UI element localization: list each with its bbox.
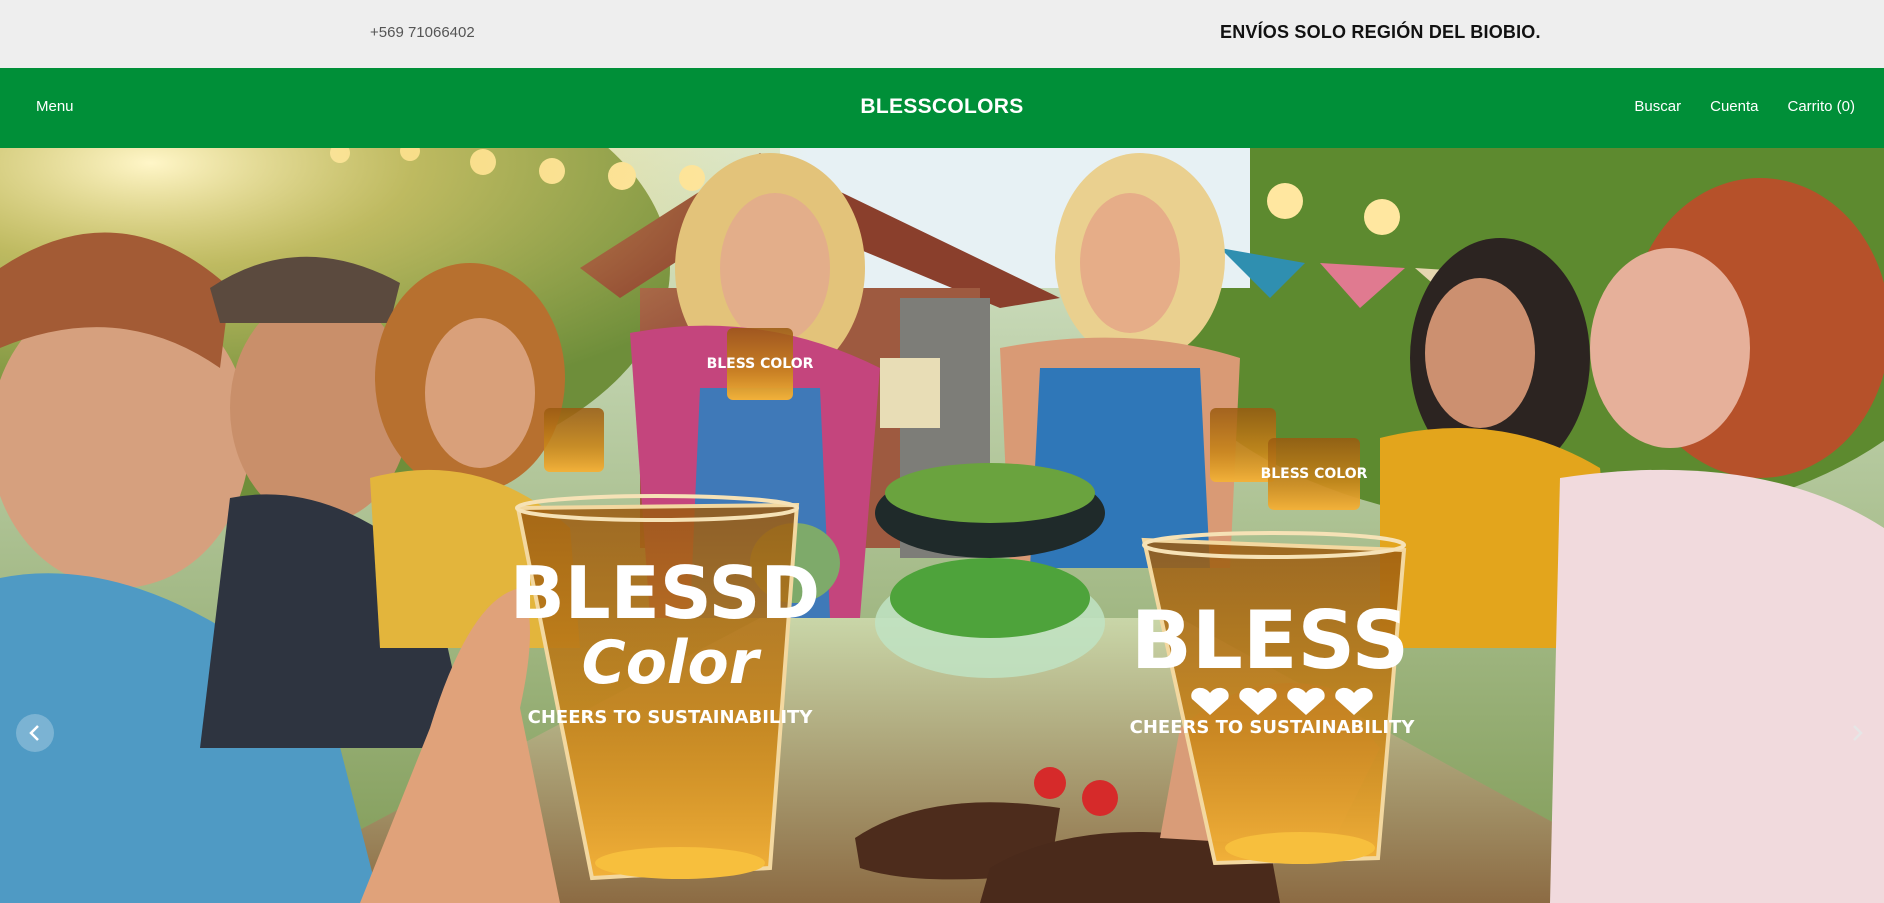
carousel-next-button[interactable] (1838, 714, 1876, 752)
cup-brand-script: Color (582, 628, 762, 698)
site-logo: BLESSCOLORS (0, 95, 1884, 119)
nav-actions: Buscar Cuenta Carrito (0) (1634, 98, 1855, 115)
cup-slogan: CHEERS TO SUSTAINABILITY (1130, 717, 1416, 738)
account-link[interactable]: Cuenta (1710, 98, 1758, 115)
cup-brand-line: BLESS (1131, 594, 1409, 687)
search-link[interactable]: Buscar (1634, 98, 1681, 115)
carousel-prev-button[interactable] (16, 714, 54, 752)
cart-link[interactable]: Carrito (0) (1787, 98, 1855, 115)
shipping-notice: ENVÍOS SOLO REGIÓN DEL BIOBIO. (1220, 22, 1541, 42)
contact-phone[interactable]: +569 71066402 (370, 24, 475, 41)
menu-button[interactable]: Menu (36, 98, 74, 115)
chevron-right-icon (1853, 725, 1863, 741)
cup-brand-line: BLESSD (510, 551, 820, 635)
chevron-left-icon (29, 725, 39, 741)
small-cup-label: BLESS COLOR (1261, 466, 1368, 482)
hero-image[interactable]: BLESS COLOR BLESS COLOR BLESSD Color CHE… (0, 148, 1884, 903)
hero-carousel: BLESS COLOR BLESS COLOR BLESSD Color CHE… (0, 148, 1884, 903)
top-announcement-bar: +569 71066402 ENVÍOS SOLO REGIÓN DEL BIO… (0, 0, 1884, 68)
brand-name[interactable]: BLESSCOLORS (860, 95, 1023, 118)
small-cup-label: BLESS COLOR (707, 356, 814, 372)
main-navigation: Menu BLESSCOLORS Buscar Cuenta Carrito (… (0, 68, 1884, 148)
cup-slogan: CHEERS TO SUSTAINABILITY (528, 707, 814, 728)
